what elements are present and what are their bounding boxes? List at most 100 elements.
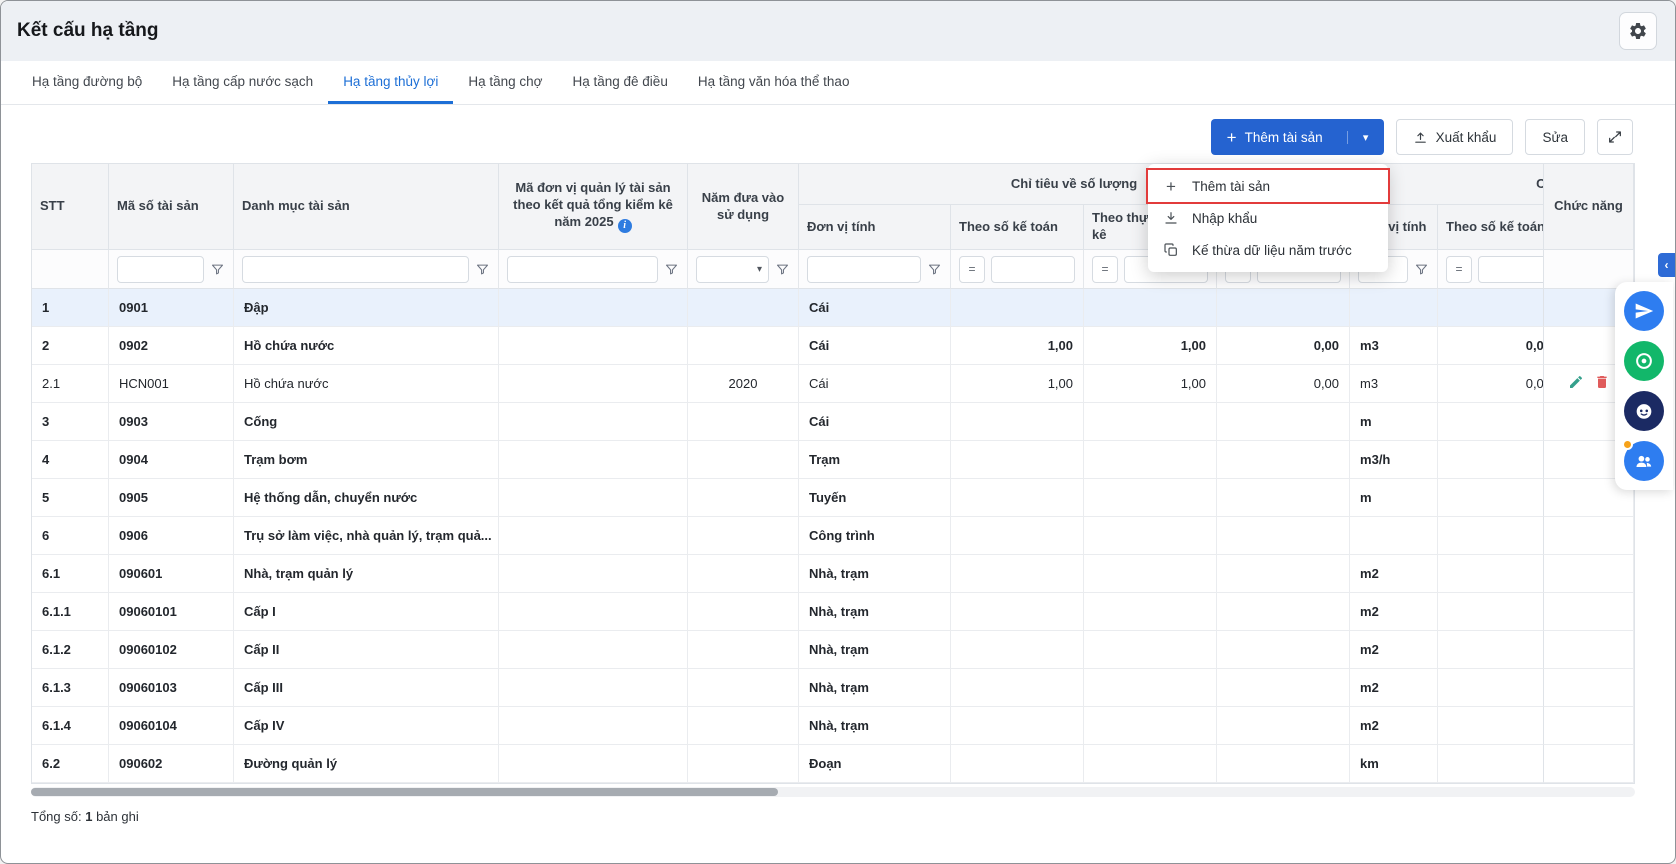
floating-widget-support[interactable] bbox=[1624, 341, 1664, 381]
add-asset-dropdown-toggle[interactable]: ▾ bbox=[1347, 131, 1384, 144]
delete-icon[interactable] bbox=[1594, 374, 1610, 393]
cell-unit: Tuyến bbox=[799, 479, 951, 517]
floating-widget-chatbot[interactable] bbox=[1624, 391, 1664, 431]
cell-unit: Cái bbox=[799, 365, 951, 403]
cell-code: HCN001 bbox=[109, 365, 234, 403]
cell-code: 09060104 bbox=[109, 707, 234, 745]
panel-collapse-button[interactable]: ‹ bbox=[1658, 253, 1675, 277]
caret-down-icon: ▾ bbox=[757, 264, 762, 275]
menu-item-ke-thua-du-lieu[interactable]: Kế thừa dữ liệu năm trước bbox=[1148, 234, 1388, 266]
cell-unit: Cái bbox=[799, 327, 951, 365]
cell-qty-accounting bbox=[951, 707, 1084, 745]
col-header-year: Năm đưa vào sử dụng bbox=[688, 164, 799, 250]
cell-year bbox=[688, 707, 799, 745]
bot-face-icon bbox=[1633, 400, 1655, 422]
filter-operator[interactable]: = bbox=[959, 256, 985, 283]
tab-ha-tang-cho[interactable]: Hạ tầng chợ bbox=[453, 61, 557, 104]
cell-unit2: m2 bbox=[1350, 707, 1438, 745]
cell-mgmt-unit bbox=[499, 479, 688, 517]
add-asset-button[interactable]: + Thêm tài sản bbox=[1211, 129, 1339, 146]
floating-widget-panel bbox=[1615, 282, 1673, 490]
info-icon[interactable]: i bbox=[618, 219, 632, 233]
cell-qty-diff bbox=[1217, 707, 1350, 745]
table-row[interactable]: 30903CốngCáim bbox=[32, 403, 1635, 441]
cell-unit2 bbox=[1350, 289, 1438, 327]
cell-qty-inventory bbox=[1084, 441, 1217, 479]
filter-icon[interactable] bbox=[775, 262, 790, 277]
tab-ha-tang-thuy-loi[interactable]: Hạ tầng thủy lợi bbox=[328, 61, 453, 104]
cell-code: 0904 bbox=[109, 441, 234, 479]
cell-year bbox=[688, 669, 799, 707]
table-row[interactable]: 6.1.309060103Cấp IIINhà, trạmm2 bbox=[32, 669, 1635, 707]
cell-mgmt-unit bbox=[499, 403, 688, 441]
cell-year: 2020 bbox=[688, 365, 799, 403]
cell-unit2: m3/h bbox=[1350, 441, 1438, 479]
export-icon bbox=[1413, 130, 1428, 145]
filter-icon[interactable] bbox=[927, 262, 942, 277]
filter-icon[interactable] bbox=[210, 262, 225, 277]
filter-input-value-accounting[interactable] bbox=[1478, 256, 1553, 283]
cell-stt: 6.1.3 bbox=[32, 669, 109, 707]
cell-year bbox=[688, 327, 799, 365]
table-row[interactable]: 6.1.209060102Cấp IINhà, trạmm2 bbox=[32, 631, 1635, 669]
cell-actions bbox=[1543, 517, 1634, 555]
cell-unit2 bbox=[1350, 517, 1438, 555]
table-row[interactable]: 6.1.409060104Cấp IVNhà, trạmm2 bbox=[32, 707, 1635, 745]
filter-input-qty-accounting[interactable] bbox=[991, 256, 1075, 283]
filter-input-unit[interactable] bbox=[807, 256, 921, 283]
filter-input-mgmt-unit[interactable] bbox=[507, 256, 658, 283]
table-body: 10901ĐậpCái20902Hồ chứa nướcCái1,001,000… bbox=[32, 289, 1635, 783]
floating-widget-community[interactable] bbox=[1624, 441, 1664, 481]
target-icon bbox=[1633, 350, 1655, 372]
filter-operator[interactable]: = bbox=[1446, 256, 1472, 283]
cell-qty-inventory bbox=[1084, 707, 1217, 745]
tab-ha-tang-van-hoa-the-thao[interactable]: Hạ tầng văn hóa thể thao bbox=[683, 61, 865, 104]
table-row[interactable]: 10901ĐậpCái bbox=[32, 289, 1635, 327]
scrollbar-thumb[interactable] bbox=[31, 788, 778, 796]
table-row[interactable]: 6.2090602Đường quản lýĐoạnkm bbox=[32, 745, 1635, 783]
filter-cell-unit bbox=[799, 250, 951, 289]
cell-qty-inventory bbox=[1084, 631, 1217, 669]
edit-icon[interactable] bbox=[1568, 374, 1584, 393]
filter-icon[interactable] bbox=[1414, 262, 1429, 277]
filter-cell-code bbox=[109, 250, 234, 289]
filter-operator[interactable]: = bbox=[1092, 256, 1118, 283]
tab-ha-tang-de-dieu[interactable]: Hạ tầng đê điều bbox=[558, 61, 683, 104]
cell-qty-accounting bbox=[951, 289, 1084, 327]
gear-icon bbox=[1628, 21, 1648, 41]
filter-icon[interactable] bbox=[475, 262, 490, 277]
table-row[interactable]: 20902Hồ chứa nướcCái1,001,000,00m30,00 bbox=[32, 327, 1635, 365]
export-button[interactable]: Xuất khẩu bbox=[1396, 119, 1514, 155]
tab-ha-tang-cap-nuoc-sach[interactable]: Hạ tầng cấp nước sạch bbox=[157, 61, 328, 104]
table-row[interactable]: 40904Trạm bơmTrạmm3/h bbox=[32, 441, 1635, 479]
table-row[interactable]: 6.1090601Nhà, trạm quản lýNhà, trạmm2 bbox=[32, 555, 1635, 593]
floating-widget-send[interactable] bbox=[1624, 291, 1664, 331]
table-row[interactable]: 2.1HCN001Hồ chứa nước2020Cái1,001,000,00… bbox=[32, 365, 1635, 403]
settings-button[interactable] bbox=[1619, 12, 1657, 50]
cell-mgmt-unit bbox=[499, 631, 688, 669]
cell-qty-diff bbox=[1217, 745, 1350, 783]
cell-qty-accounting bbox=[951, 631, 1084, 669]
filter-select-year[interactable]: ▾ bbox=[696, 256, 769, 283]
tab-ha-tang-duong-bo[interactable]: Hạ tầng đường bộ bbox=[17, 61, 157, 104]
menu-item-them-tai-san[interactable]: + Thêm tài sản bbox=[1148, 170, 1388, 202]
menu-item-nhap-khau[interactable]: Nhập khẩu bbox=[1148, 202, 1388, 234]
cell-name: Nhà, trạm quản lý bbox=[234, 555, 499, 593]
cell-actions bbox=[1543, 631, 1634, 669]
filter-input-category[interactable] bbox=[242, 256, 469, 283]
cell-qty-inventory bbox=[1084, 745, 1217, 783]
expand-button[interactable] bbox=[1597, 119, 1633, 155]
cell-year bbox=[688, 441, 799, 479]
filter-input-code[interactable] bbox=[117, 256, 204, 283]
cell-qty-accounting: 1,00 bbox=[951, 327, 1084, 365]
col-header-actions: Chức năng bbox=[1543, 164, 1634, 250]
table-row[interactable]: 50905Hệ thống dẫn, chuyển nướcTuyếnm bbox=[32, 479, 1635, 517]
filter-icon[interactable] bbox=[664, 262, 679, 277]
table-row[interactable]: 6.1.109060101Cấp INhà, trạmm2 bbox=[32, 593, 1635, 631]
table-row[interactable]: 60906Trụ sở làm việc, nhà quản lý, trạm … bbox=[32, 517, 1635, 555]
cell-qty-diff bbox=[1217, 403, 1350, 441]
cell-code: 0901 bbox=[109, 289, 234, 327]
col-header-category: Danh mục tài sản bbox=[234, 164, 499, 250]
cell-qty-diff bbox=[1217, 289, 1350, 327]
edit-button[interactable]: Sửa bbox=[1525, 119, 1585, 155]
